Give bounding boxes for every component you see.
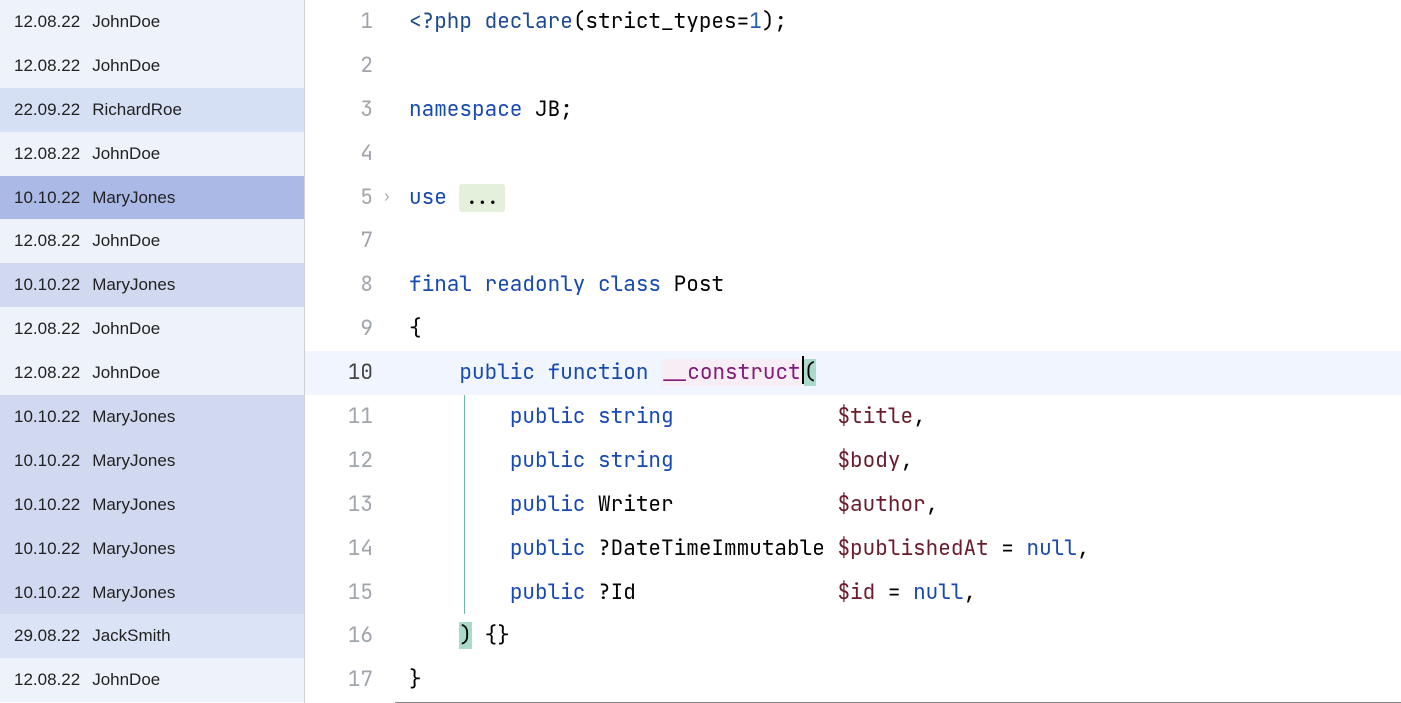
code-line[interactable]: 9 { [305,307,1401,351]
line-number[interactable]: 4 [305,132,395,176]
code-line[interactable]: 3 namespace JB; [305,88,1401,132]
code-content[interactable]: public function __construct( [395,351,816,395]
blame-author: MaryJones [92,451,175,471]
blame-row[interactable]: 10.10.22 MaryJones [0,263,304,307]
code-content[interactable]: public ?DateTimeImmutable $publishedAt =… [395,527,1089,571]
code-line[interactable]: 16 ) {} [305,614,1401,658]
blame-date: 12.08.22 [14,363,80,383]
blame-row[interactable]: 10.10.22 MaryJones [0,395,304,439]
line-number[interactable]: 3 [305,88,395,132]
code-line[interactable]: 8 final readonly class Post [305,263,1401,307]
blame-author: JohnDoe [92,144,160,164]
blame-date: 10.10.22 [14,275,80,295]
blame-author: MaryJones [92,275,175,295]
blame-author: JohnDoe [92,363,160,383]
line-number[interactable]: 12 [305,439,395,483]
code-line[interactable]: 2 [305,44,1401,88]
code-content[interactable]: public ?Id $id = null, [395,571,976,615]
code-line[interactable]: 11 public string $title, [305,395,1401,439]
blame-date: 10.10.22 [14,451,80,471]
blame-author: MaryJones [92,539,175,559]
blame-author: JohnDoe [92,670,160,690]
code-content[interactable]: public string $body, [395,439,913,483]
code-line[interactable]: 5› use ... [305,176,1401,220]
line-number[interactable]: 2 [305,44,395,88]
blame-row[interactable]: 12.08.22 JohnDoe [0,0,304,44]
blame-date: 12.08.22 [14,319,80,339]
line-number[interactable]: 11 [305,395,395,439]
line-number[interactable]: 7 [305,219,395,263]
line-number[interactable]: 16 [305,614,395,658]
blame-author: RichardRoe [92,100,182,120]
vcs-annotate-panel[interactable]: 12.08.22 JohnDoe 12.08.22 JohnDoe 22.09.22 Ri… [0,0,305,703]
blame-date: 10.10.22 [14,495,80,515]
code-content[interactable]: use ... [395,176,505,220]
blame-date: 29.08.22 [14,626,80,646]
blame-author: JohnDoe [92,12,160,32]
blame-author: MaryJones [92,188,175,208]
code-content[interactable]: <?php declare(strict_types=1); [395,0,787,44]
blame-author: JohnDoe [92,56,160,76]
blame-row[interactable]: 10.10.22 MaryJones [0,176,304,220]
code-content[interactable]: public string $title, [395,395,926,439]
blame-row[interactable]: 12.08.22 JohnDoe [0,307,304,351]
blame-date: 10.10.22 [14,407,80,427]
blame-date: 12.08.22 [14,231,80,251]
blame-row[interactable]: 10.10.22 MaryJones [0,571,304,615]
code-line[interactable]: 13 public Writer $author, [305,483,1401,527]
code-content[interactable]: namespace JB; [395,88,573,132]
blame-author: JackSmith [92,626,170,646]
code-content[interactable]: } [395,658,422,702]
code-line[interactable]: 15 public ?Id $id = null, [305,571,1401,615]
code-content[interactable]: final readonly class Post [395,263,724,307]
blame-row[interactable]: 12.08.22 JohnDoe [0,44,304,88]
code-content[interactable]: { [395,307,422,351]
code-content[interactable]: ) {} [395,614,510,658]
line-number[interactable]: 9 [305,307,395,351]
blame-date: 12.08.22 [14,56,80,76]
line-number[interactable]: 5› [305,176,395,220]
blame-author: MaryJones [92,407,175,427]
blame-date: 12.08.22 [14,12,80,32]
code-line[interactable]: 17 } [305,658,1401,702]
blame-author: JohnDoe [92,319,160,339]
code-line-current[interactable]: 10 public function __construct( [305,351,1401,395]
code-line[interactable]: 1 <?php declare(strict_types=1); [305,0,1401,44]
blame-date: 10.10.22 [14,583,80,603]
line-number[interactable]: 1 [305,0,395,44]
blame-row[interactable]: 10.10.22 MaryJones [0,483,304,527]
blame-date: 12.08.22 [14,670,80,690]
blame-row[interactable]: 12.08.22 JohnDoe [0,132,304,176]
line-number[interactable]: 8 [305,263,395,307]
blame-row[interactable]: 22.09.22 RichardRoe [0,88,304,132]
code-line[interactable]: 4 [305,132,1401,176]
blame-row[interactable]: 10.10.22 MaryJones [0,439,304,483]
fold-expand-icon[interactable]: › [383,176,391,220]
code-line[interactable]: 7 [305,219,1401,263]
line-number[interactable]: 10 [305,351,395,395]
blame-row[interactable]: 12.08.22 JohnDoe [0,658,304,702]
code-content[interactable]: public Writer $author, [395,483,938,527]
blame-date: 10.10.22 [14,188,80,208]
line-number[interactable]: 15 [305,571,395,615]
blame-row[interactable]: 12.08.22 JohnDoe [0,219,304,263]
blame-date: 12.08.22 [14,144,80,164]
blame-row[interactable]: 10.10.22 MaryJones [0,527,304,571]
line-number[interactable]: 17 [305,658,395,702]
blame-author: MaryJones [92,583,175,603]
blame-row[interactable]: 29.08.22 JackSmith [0,614,304,658]
line-number[interactable]: 13 [305,483,395,527]
line-number[interactable]: 14 [305,527,395,571]
code-line[interactable]: 14 public ?DateTimeImmutable $publishedA… [305,527,1401,571]
blame-date: 10.10.22 [14,539,80,559]
code-line[interactable]: 12 public string $body, [305,439,1401,483]
folded-region[interactable]: ... [459,184,505,212]
blame-author: MaryJones [92,495,175,515]
blame-author: JohnDoe [92,231,160,251]
blame-date: 22.09.22 [14,100,80,120]
blame-row[interactable]: 12.08.22 JohnDoe [0,351,304,395]
code-editor[interactable]: 1 <?php declare(strict_types=1); 2 3 nam… [305,0,1401,703]
